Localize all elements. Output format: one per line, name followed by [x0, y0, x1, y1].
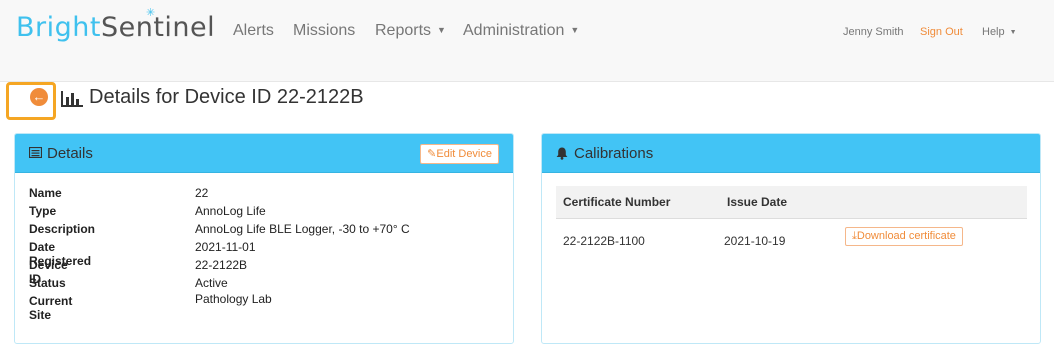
- brand-part2: Sentinel: [100, 12, 216, 43]
- user-name-link[interactable]: Jenny Smith: [843, 26, 904, 38]
- nav-administration-label: Administration: [463, 22, 565, 39]
- details-panel-title: Details: [47, 145, 93, 162]
- sparkle-icon: ✳: [146, 6, 156, 19]
- certificate-number-cell: 22-2122B-1100: [563, 234, 645, 248]
- detail-label: Status: [29, 276, 66, 290]
- bar-chart-icon: [61, 91, 83, 107]
- edit-device-button[interactable]: ✎Edit Device: [420, 144, 499, 164]
- calibrations-panel: Calibrations Certificate Number Issue Da…: [541, 133, 1041, 344]
- detail-value: 2021-11-01: [195, 240, 256, 254]
- page-title: Details for Device ID 22-2122B: [89, 86, 364, 108]
- detail-value: AnnoLog Life BLE Logger, -30 to +70° C: [195, 222, 410, 236]
- brand-logo[interactable]: BrightSentinel ✳: [16, 6, 216, 48]
- nav-alerts[interactable]: Alerts: [233, 22, 274, 40]
- nav-missions[interactable]: Missions: [293, 22, 355, 40]
- bell-icon: [556, 147, 568, 160]
- calibrations-panel-header: Calibrations: [542, 134, 1040, 173]
- nav-administration-dropdown[interactable]: Administration ▼: [463, 22, 579, 40]
- detail-value: AnnoLog Life: [195, 204, 266, 218]
- download-certificate-button[interactable]: ⤓Download certificate: [845, 227, 963, 246]
- detail-label: Description: [29, 222, 96, 236]
- help-dropdown[interactable]: Help ▼: [982, 26, 1017, 38]
- detail-value: Pathology Lab: [195, 292, 272, 306]
- detail-value: 22: [195, 186, 209, 200]
- brand-part1: Bright: [16, 12, 101, 43]
- issue-date-cell: 2021-10-19: [724, 234, 786, 248]
- table-header: Certificate Number Issue Date: [556, 186, 1027, 219]
- nav-reports-dropdown[interactable]: Reports ▼: [375, 22, 446, 40]
- nav-reports-label: Reports: [375, 22, 432, 39]
- back-arrow-icon[interactable]: ←: [30, 88, 48, 106]
- list-icon: [29, 147, 42, 158]
- detail-label: Current Site: [29, 294, 73, 322]
- detail-value: 22-2122B: [195, 258, 248, 272]
- detail-value: Active: [195, 276, 228, 290]
- download-certificate-label: Download certificate: [856, 230, 956, 242]
- details-panel-header: Details ✎Edit Device: [15, 134, 513, 173]
- pencil-icon: ✎: [427, 148, 437, 160]
- column-header-certificate: Certificate Number: [563, 195, 671, 209]
- detail-label: Type: [29, 204, 57, 218]
- details-panel: Details ✎Edit Device Name 22 Type AnnoLo…: [14, 133, 514, 344]
- detail-label: Name: [29, 186, 62, 200]
- calibrations-panel-title: Calibrations: [574, 145, 654, 162]
- column-header-issue-date: Issue Date: [727, 195, 788, 209]
- nav-missions-label: Missions: [293, 22, 356, 39]
- edit-device-label: Edit Device: [436, 148, 492, 160]
- caret-down-icon: ▼: [1009, 29, 1017, 36]
- sign-out-link[interactable]: Sign Out: [920, 26, 963, 38]
- help-label: Help: [982, 26, 1005, 38]
- nav-alerts-label: Alerts: [233, 22, 274, 39]
- top-navbar: BrightSentinel ✳ Alerts Missions Reports…: [0, 0, 1054, 82]
- caret-down-icon: ▼: [437, 25, 446, 35]
- caret-down-icon: ▼: [570, 25, 580, 35]
